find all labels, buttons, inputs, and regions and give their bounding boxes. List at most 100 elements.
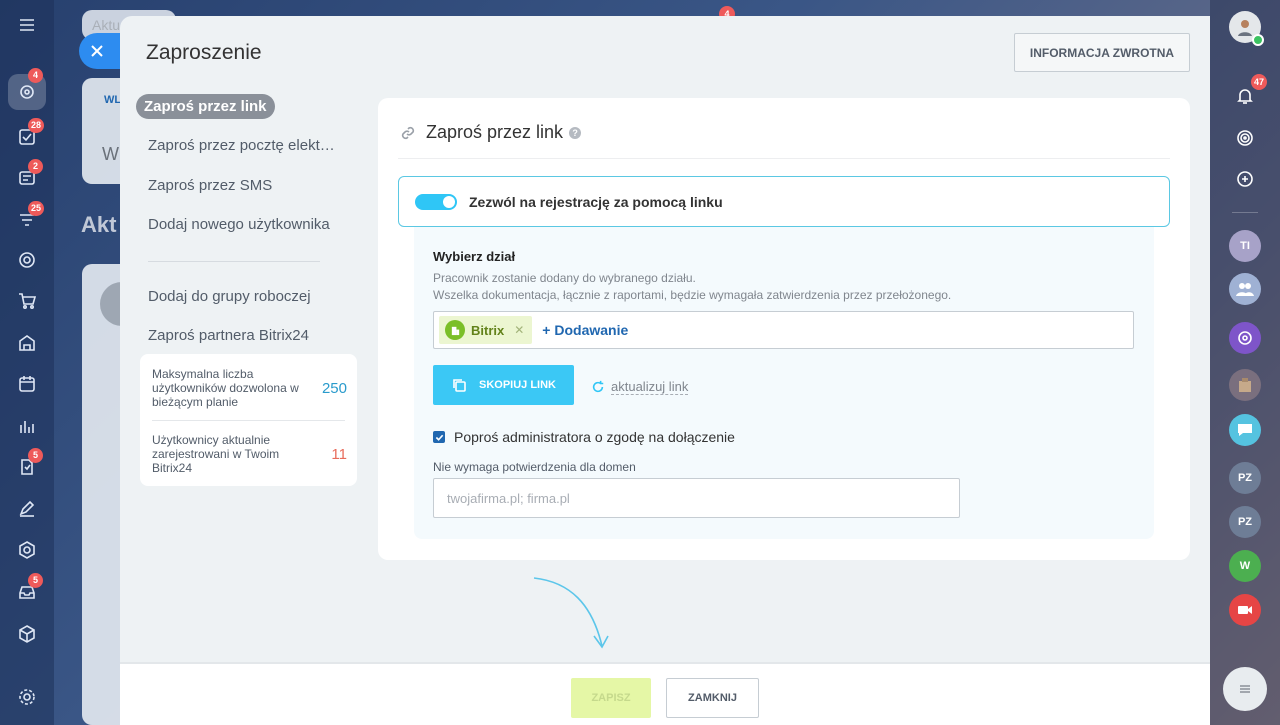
- menu-item-add-user[interactable]: Dodaj nowego użytkownika: [148, 216, 348, 233]
- chat-avatar-w[interactable]: W: [1229, 550, 1261, 582]
- chat-avatar-pz-2[interactable]: PZ: [1229, 506, 1261, 538]
- left-app-rail: 4 28 2 25 5 5: [0, 0, 54, 725]
- video-camera-icon: [1238, 606, 1252, 614]
- check-icon: [435, 434, 443, 441]
- chat-photo-avatar[interactable]: [1229, 369, 1261, 401]
- menu-item-add-to-group[interactable]: Dodaj do grupy roboczej: [148, 288, 348, 305]
- rail-calendar[interactable]: [14, 371, 40, 397]
- menu-item-invite-sms[interactable]: Zaproś przez SMS: [148, 177, 348, 194]
- department-desc-2: Wszelka dokumentacja, łącznie z raportam…: [433, 288, 952, 302]
- menu-separator: [148, 261, 320, 262]
- department-avatar: [445, 320, 465, 340]
- refresh-link-button[interactable]: aktualizuj link: [591, 379, 689, 395]
- stat-registered-users: Użytkownicy aktualnie zarejestrowani w T…: [152, 433, 347, 475]
- search-chat-button[interactable]: [1229, 163, 1261, 195]
- chat-avatar-initials: TI: [1240, 240, 1250, 252]
- rail-market[interactable]: [14, 621, 40, 647]
- rail-inventory[interactable]: [14, 330, 40, 356]
- chat-avatar-pz-1[interactable]: PZ: [1229, 462, 1261, 494]
- rail-sales[interactable]: 25: [14, 201, 45, 233]
- right-rail-separator: [1232, 212, 1258, 213]
- department-add-link[interactable]: + Dodawanie: [542, 322, 628, 338]
- stat-max-users-label: Maksymalna liczba użytkowników dozwolona…: [152, 367, 299, 409]
- crm-icon: [20, 85, 34, 99]
- rail-feed[interactable]: 2: [14, 159, 43, 191]
- menu-item-invite-email[interactable]: Zaproś przez pocztę elektroniczną: [148, 137, 338, 154]
- panel-footer: ZAPISZ ZAMKNIJ: [120, 662, 1210, 725]
- rail-robots[interactable]: 5: [14, 573, 43, 605]
- help-icon[interactable]: ?: [569, 126, 582, 139]
- stat-registered-value: 11: [331, 446, 347, 463]
- copy-link-label: SKOPIUJ LINK: [478, 379, 556, 391]
- page-title: Zaproszenie: [146, 41, 262, 64]
- chat-avatar-ti[interactable]: TI: [1229, 230, 1261, 262]
- background-card-tab: WL: [104, 94, 122, 106]
- right-rail: 47 TI PZ PZ W: [1210, 0, 1280, 725]
- menu-burger-icon[interactable]: [14, 12, 40, 38]
- chat-channel-avatar[interactable]: [1229, 322, 1261, 354]
- user-limits-box: Maksymalna liczba użytkowników dozwolona…: [140, 354, 357, 486]
- approval-checkbox[interactable]: [433, 431, 445, 443]
- rail-documents[interactable]: 5: [14, 448, 43, 480]
- background-card-text: W: [102, 144, 119, 164]
- invitation-panel: Zaproszenie INFORMACJA ZWROTNA Zaproś pr…: [120, 16, 1210, 725]
- hexagon-icon: [19, 541, 35, 559]
- speech-bubble-icon: [1238, 424, 1252, 436]
- department-title: Wybierz dział: [433, 249, 516, 264]
- copy-link-button[interactable]: SKOPIUJ LINK: [433, 365, 574, 405]
- invite-link-card: Zaproś przez link ? Zezwól na rejestracj…: [378, 98, 1190, 560]
- video-call-button[interactable]: [1229, 594, 1261, 626]
- spiral-icon: [1237, 130, 1253, 146]
- domains-input[interactable]: [433, 478, 960, 518]
- chart-icon: [20, 421, 34, 433]
- link-settings-section: Wybierz dział Pracownik zostanie dodany …: [414, 227, 1154, 539]
- warehouse-icon: [19, 335, 35, 351]
- rail-crm[interactable]: 4: [8, 68, 46, 110]
- close-button[interactable]: ZAMKNIJ: [666, 678, 759, 718]
- rail-badge-sales: 25: [28, 201, 45, 216]
- link-registration-toggle-row: Zezwól na rejestrację za pomocą linku: [398, 176, 1170, 227]
- online-indicator: [1252, 34, 1264, 46]
- menu-item-invite-partner[interactable]: Zaproś partnera Bitrix24: [148, 327, 348, 344]
- rail-tasks[interactable]: 28: [14, 118, 45, 150]
- card-divider: [398, 158, 1170, 159]
- close-slider-button[interactable]: [79, 33, 123, 69]
- rail-badge-automation: 5: [28, 448, 43, 463]
- target-icon: [19, 252, 35, 268]
- cart-icon: [19, 293, 37, 310]
- notifications-button[interactable]: 47: [1229, 74, 1267, 112]
- feedback-button[interactable]: INFORMACJA ZWROTNA: [1014, 33, 1190, 72]
- card-title: Zaproś przez link: [426, 122, 564, 142]
- chat-support-avatar[interactable]: [1229, 414, 1261, 446]
- chat-search-icon: [1237, 171, 1253, 187]
- approval-checkbox-label: Poproś administratora o zgodę na dołącze…: [454, 429, 735, 445]
- department-remove-icon[interactable]: ✕: [514, 323, 524, 337]
- rail-automation[interactable]: [14, 247, 40, 273]
- link-icon: [401, 126, 415, 139]
- stat-max-users: Maksymalna liczba użytkowników dozwolona…: [152, 367, 347, 409]
- activity-button[interactable]: [1229, 122, 1261, 154]
- rail-sign[interactable]: [14, 495, 40, 521]
- menu-item-invite-link[interactable]: Zaproś przez link: [136, 94, 275, 119]
- calendar-icon: [19, 376, 35, 392]
- chat-group-avatar[interactable]: [1229, 273, 1261, 305]
- stat-separator: [152, 420, 345, 421]
- rail-projects[interactable]: [14, 537, 40, 563]
- department-selector[interactable]: Bitrix ✕ + Dodawanie: [433, 311, 1134, 349]
- chat-avatar-initials: PZ: [1237, 472, 1253, 484]
- channel-icon: [1238, 331, 1252, 345]
- approval-checkbox-row: Poproś administratora o zgodę na dołącze…: [433, 429, 735, 445]
- rail-shop[interactable]: [14, 288, 40, 314]
- rail-settings[interactable]: [14, 684, 40, 710]
- group-icon: [1236, 283, 1254, 296]
- background-heading: Akt: [81, 212, 117, 237]
- right-rail-menu-button[interactable]: [1223, 667, 1267, 711]
- box-icon: [19, 625, 35, 643]
- rail-analytics[interactable]: [14, 413, 40, 439]
- link-registration-toggle[interactable]: [415, 193, 457, 210]
- stat-max-users-value: 250: [321, 380, 347, 397]
- background-tab-text: Aktu: [92, 17, 121, 33]
- user-avatar[interactable]: [1229, 11, 1264, 46]
- save-button[interactable]: ZAPISZ: [571, 678, 651, 718]
- department-tag-label: Bitrix: [471, 322, 505, 338]
